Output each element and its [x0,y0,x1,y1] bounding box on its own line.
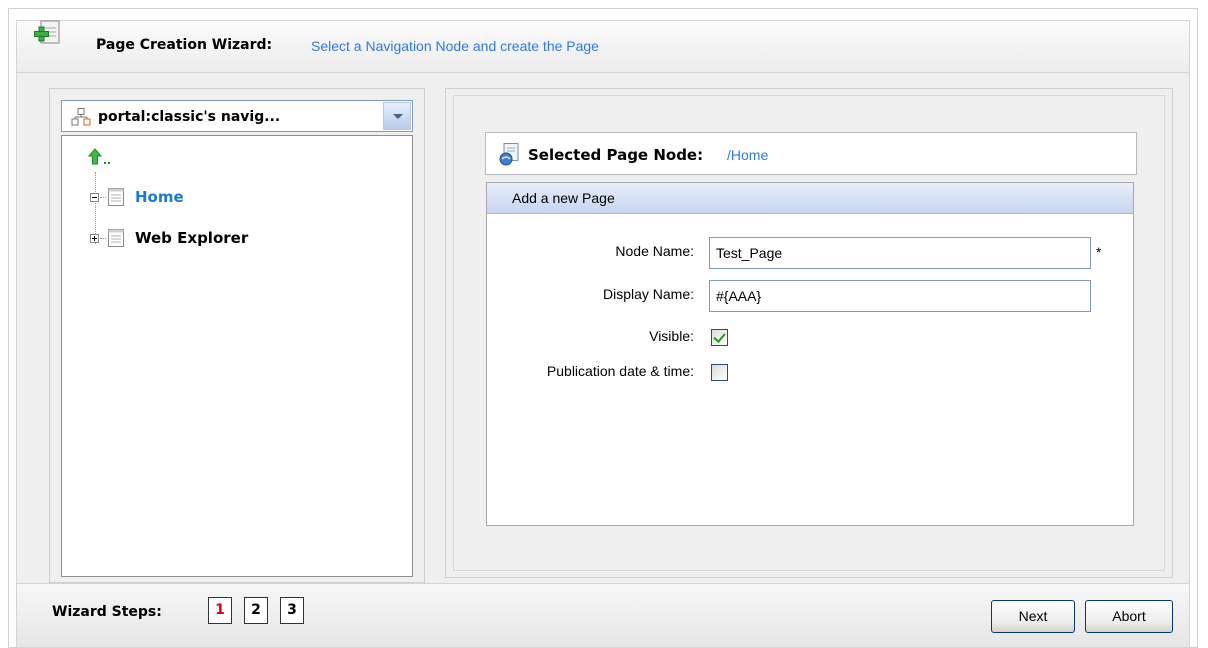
selected-page-node-path[interactable]: /Home [727,147,768,163]
navigation-tree: Home Web Explorer [61,135,413,577]
wizard-steps-label: Wizard Steps: [52,604,162,620]
collapse-icon[interactable] [90,192,99,202]
display-name-input[interactable]: #{AAA} [709,280,1091,312]
visible-checkbox[interactable] [711,329,728,346]
publication-date-label: Publication date & time: [546,363,694,379]
required-marker: * [1096,244,1102,260]
navigation-selector[interactable]: portal:classic's navig... [61,100,413,132]
form-header: Add a new Page [487,183,1133,214]
navigation-tree-icon [71,108,91,126]
visible-label: Visible: [649,328,694,344]
add-page-icon [34,20,60,44]
node-name-input[interactable]: Test_Page [709,237,1091,269]
tree-node-home[interactable]: Home [90,186,184,208]
selected-page-node: Selected Page Node: /Home [485,132,1137,175]
publication-date-checkbox[interactable] [711,364,728,381]
tree-node-web-explorer[interactable]: Web Explorer [90,227,248,249]
page-node-icon [499,143,519,166]
wizard-title: Page Creation Wizard: [96,37,273,53]
add-page-form: Add a new Page Node Name: Test_Page * Di… [486,182,1134,526]
wizard-step-2[interactable]: 2 [244,597,268,624]
expand-icon[interactable] [90,233,99,243]
next-button[interactable]: Next [991,600,1075,633]
tree-node-label[interactable]: Web Explorer [135,229,248,247]
wizard-step-1[interactable]: 1 [208,597,232,624]
dropdown-arrow-icon[interactable] [383,102,411,130]
checkmark-icon [713,330,726,343]
abort-button[interactable]: Abort [1085,600,1173,633]
tree-connector [100,196,106,198]
wizard-step-3[interactable]: 3 [280,597,304,624]
node-name-label: Node Name: [615,243,694,259]
form-title: Add a new Page [512,190,615,206]
navigation-selector-value: portal:classic's navig... [98,109,281,125]
display-name-label: Display Name: [602,286,694,302]
page-icon [108,229,124,247]
level-up-icon[interactable] [88,148,114,166]
page-icon [108,188,124,206]
tree-connector [100,237,106,239]
tree-node-label[interactable]: Home [135,188,184,206]
selected-page-node-label: Selected Page Node: [528,146,704,164]
wizard-subtitle: Select a Navigation Node and create the … [311,38,599,54]
